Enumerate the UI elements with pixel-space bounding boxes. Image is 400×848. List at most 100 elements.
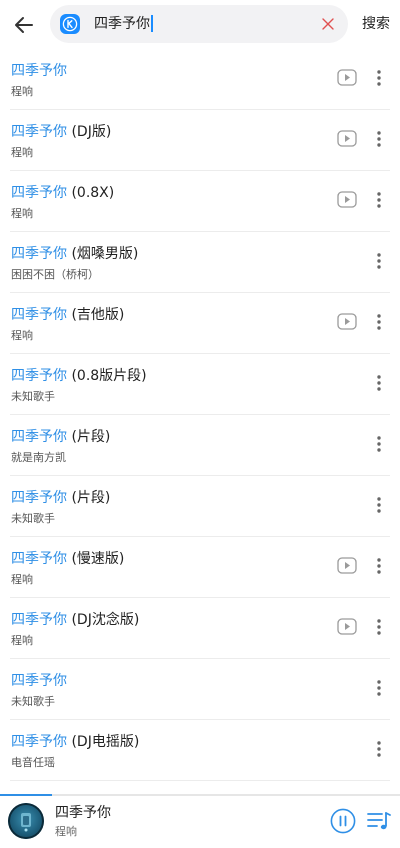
playlist-button[interactable] (366, 809, 392, 833)
play-video-icon (337, 557, 357, 574)
play-video-button[interactable] (337, 69, 357, 86)
song-title-match: 四季予你 (11, 368, 67, 384)
back-button[interactable] (8, 9, 40, 41)
song-result-row[interactable]: 四季予你 (DJ版) 程响 (0, 110, 400, 171)
more-vertical-icon (377, 70, 381, 86)
kugou-logo-icon (60, 14, 80, 34)
song-result-row[interactable]: 四季予你 (片段) 就是南方凯 (0, 415, 400, 476)
song-title: 四季予你 (DJ沈念版) (11, 610, 139, 630)
play-video-button[interactable] (337, 130, 357, 147)
play-video-button[interactable] (337, 557, 357, 574)
more-options-button[interactable] (369, 433, 389, 455)
album-cover[interactable] (8, 803, 44, 839)
song-artist: 电音任瑶 (11, 756, 55, 769)
song-title-match: 四季予你 (11, 185, 67, 201)
song-title: 四季予你 (烟嗓男版) (11, 244, 138, 264)
play-video-button[interactable] (337, 618, 357, 635)
more-vertical-icon (377, 314, 381, 330)
play-video-icon (337, 69, 357, 86)
search-query: 四季予你 (94, 16, 150, 32)
song-title: 四季予你 (DJ版) (11, 122, 111, 142)
song-result-row[interactable]: 四季予你 (慢速版) 程响 (0, 537, 400, 598)
more-vertical-icon (377, 497, 381, 513)
song-result-row[interactable]: 四季予你 (0.8版片段) 未知歌手 (0, 354, 400, 415)
song-title-match: 四季予你 (11, 490, 67, 506)
mini-player[interactable]: 四季予你 程响 (0, 794, 400, 848)
song-title: 四季予你 (0.8版片段) (11, 366, 147, 386)
play-video-icon (337, 130, 357, 147)
song-title-match: 四季予你 (11, 63, 67, 79)
song-title-version: (片段) (67, 490, 111, 506)
song-title: 四季予你 (吉他版) (11, 305, 124, 325)
more-options-button[interactable] (369, 250, 389, 272)
song-title-match: 四季予你 (11, 612, 67, 628)
search-header: 四季予你 搜索 (0, 0, 400, 50)
more-options-button[interactable] (369, 67, 389, 89)
play-video-button[interactable] (337, 313, 357, 330)
song-result-row[interactable]: 四季予你 (DJ沈念版) 程响 (0, 598, 400, 659)
more-options-button[interactable] (369, 494, 389, 516)
song-title-version: (DJ版) (67, 124, 112, 140)
song-title: 四季予你 (11, 61, 67, 81)
playback-progress-fill (0, 794, 52, 796)
album-art (8, 803, 44, 839)
song-artist: 未知歌手 (11, 512, 55, 525)
song-title-version: (DJ电摇版) (67, 734, 140, 750)
playback-progress-bar[interactable] (0, 794, 400, 796)
search-results-list: 四季予你 程响 四季予你 (DJ版) 程响 四季予你 (0.8X) 程响 四季予你 (烟嗓男… (0, 49, 400, 781)
more-vertical-icon (377, 558, 381, 574)
more-options-button[interactable] (369, 311, 389, 333)
play-video-button[interactable] (337, 191, 357, 208)
song-artist: 程响 (11, 146, 33, 159)
clear-search-button[interactable] (320, 16, 336, 32)
search-button[interactable]: 搜索 (356, 0, 396, 48)
search-input[interactable]: 四季予你 (94, 5, 153, 43)
more-options-button[interactable] (369, 372, 389, 394)
playlist-icon (367, 812, 391, 830)
more-options-button[interactable] (369, 128, 389, 150)
more-vertical-icon (377, 131, 381, 147)
song-result-row[interactable]: 四季予你 (烟嗓男版) 困困不困（桥柯） (0, 232, 400, 293)
pause-icon (330, 808, 356, 834)
play-video-icon (337, 618, 357, 635)
search-box[interactable]: 四季予你 (50, 5, 348, 43)
more-options-button[interactable] (369, 616, 389, 638)
pause-button[interactable] (330, 808, 356, 834)
song-title-version: (慢速版) (67, 551, 125, 567)
song-result-row[interactable]: 四季予你 (DJ电摇版) 电音任瑶 (0, 720, 400, 781)
song-title-match: 四季予你 (11, 429, 67, 445)
more-options-button[interactable] (369, 677, 389, 699)
song-artist: 程响 (11, 329, 33, 342)
more-vertical-icon (377, 680, 381, 696)
song-title-version: (DJ沈念版) (67, 612, 140, 628)
song-title: 四季予你 (片段) (11, 427, 110, 447)
more-options-button[interactable] (369, 738, 389, 760)
song-artist: 程响 (11, 207, 33, 220)
song-result-row[interactable]: 四季予你 (0.8X) 程响 (0, 171, 400, 232)
more-vertical-icon (377, 253, 381, 269)
song-title-match: 四季予你 (11, 307, 67, 323)
song-title-version: (烟嗓男版) (67, 246, 139, 262)
song-title: 四季予你 (慢速版) (11, 549, 124, 569)
more-options-button[interactable] (369, 189, 389, 211)
song-result-row[interactable]: 四季予你 程响 (0, 49, 400, 110)
song-result-row[interactable]: 四季予你 未知歌手 (0, 659, 400, 720)
song-title: 四季予你 (0.8X) (11, 183, 114, 203)
song-title-version: (吉他版) (67, 307, 125, 323)
song-artist: 未知歌手 (11, 390, 55, 403)
song-title-match: 四季予你 (11, 551, 67, 567)
more-vertical-icon (377, 375, 381, 391)
song-title-version: (0.8版片段) (67, 368, 147, 384)
song-title: 四季予你 (DJ电摇版) (11, 732, 139, 752)
song-title-match: 四季予你 (11, 673, 67, 689)
song-artist: 程响 (11, 573, 33, 586)
song-title-version: (0.8X) (67, 185, 115, 201)
song-artist: 就是南方凯 (11, 451, 66, 464)
song-title: 四季予你 (11, 671, 67, 691)
now-playing-artist: 程响 (55, 825, 77, 838)
more-options-button[interactable] (369, 555, 389, 577)
song-result-row[interactable]: 四季予你 (片段) 未知歌手 (0, 476, 400, 537)
now-playing-title: 四季予你 (55, 805, 111, 821)
clear-x-icon (322, 18, 334, 30)
song-result-row[interactable]: 四季予你 (吉他版) 程响 (0, 293, 400, 354)
